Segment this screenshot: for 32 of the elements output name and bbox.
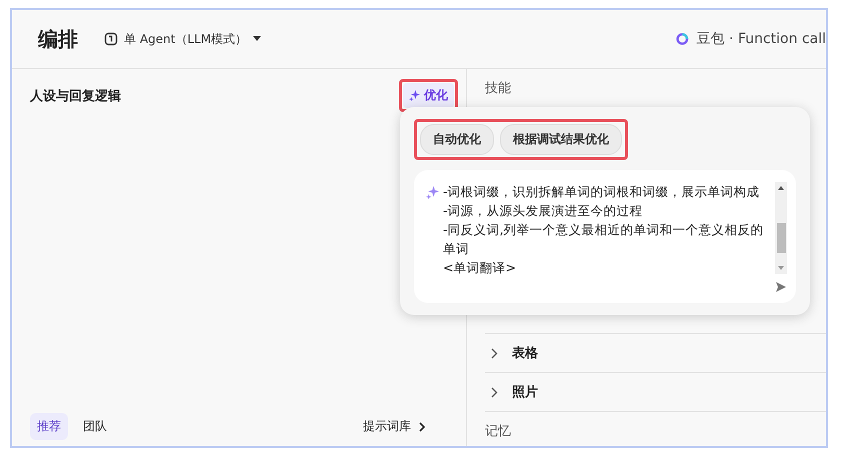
model-name[interactable]: 豆包 · Function call	[696, 30, 826, 48]
prompt-text-area[interactable]: -词根词缀，识别拆解单词的词根和词缀，展示单词构成 -词源，从源头发展演进至今的过程 -同反义词,列举一个意义最相近的单词和一个意义相反的单词 <单词翻译>	[414, 170, 796, 303]
scrollbar-thumb[interactable]	[776, 223, 786, 253]
chevron-icon	[491, 386, 498, 398]
optimize-mode-button[interactable]: 根据调试结果优化	[500, 124, 622, 155]
caret-icon	[253, 36, 262, 42]
prompt-line: <单词翻译>	[443, 259, 518, 277]
section-title: 人设与回复逻辑	[30, 88, 122, 104]
sparkle-icon	[409, 90, 420, 101]
prompt-library-link[interactable]: 提示词库	[363, 418, 411, 435]
skills-heading: 技能	[485, 80, 512, 97]
chevron-icon	[491, 348, 498, 358]
scroll-up-icon[interactable]	[777, 185, 785, 191]
skill-row[interactable]: 表格	[485, 334, 826, 373]
prompt-line: -同反义词,列举一个意义最相近的单词和一个意义相反的单词	[443, 221, 765, 258]
page-title: 编排	[38, 26, 78, 52]
agent-mode-dropdown[interactable]: 单 Agent（LLM模式）	[104, 30, 262, 48]
prompt-tab[interactable]: 团队	[76, 413, 114, 440]
scroll-down-icon[interactable]	[777, 265, 785, 271]
skill-row[interactable]: 照片	[485, 373, 826, 412]
prompt-line: -词根词缀，识别拆解单词的词根和词缀，展示单词构成	[443, 183, 761, 201]
optimize-mode-button[interactable]: 自动优化	[420, 124, 494, 155]
agent-icon	[104, 32, 118, 46]
memory-heading: 记忆	[485, 423, 512, 440]
prompt-line: -词源，从源头发展演进至今的过程	[443, 202, 644, 220]
send-icon[interactable]	[775, 281, 787, 293]
optimize-button[interactable]: 优化	[403, 83, 454, 108]
prompt-tab[interactable]: 推荐	[30, 413, 68, 440]
model-logo-icon	[676, 31, 689, 47]
sparkle-icon	[426, 186, 439, 199]
chevron-right-icon	[419, 422, 426, 432]
scrollbar[interactable]	[775, 182, 787, 274]
